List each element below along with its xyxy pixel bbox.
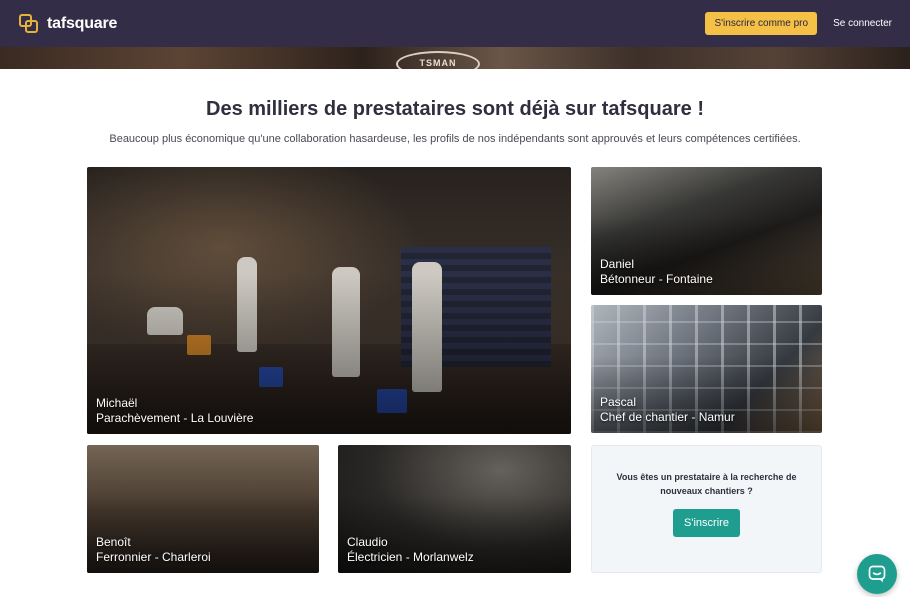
- provider-caption: Pascal Chef de chantier - Namur: [600, 395, 735, 425]
- brand-name: tafsquare: [47, 14, 118, 32]
- provider-name: Benoît: [96, 535, 131, 549]
- signup-button[interactable]: S'inscrire: [673, 509, 740, 537]
- provider-card-benoit[interactable]: Benoît Ferronnier - Charleroi: [87, 445, 319, 573]
- chat-bubble-icon: [868, 565, 886, 583]
- provider-card-daniel[interactable]: Daniel Bétonneur - Fontaine: [591, 167, 822, 295]
- tafsquare-logo-icon: [18, 13, 40, 35]
- top-navbar: tafsquare S'inscrire comme pro Se connec…: [0, 0, 910, 47]
- provider-role: Bétonneur - Fontaine: [600, 272, 713, 286]
- provider-card-michael[interactable]: Michaël Parachèvement - La Louvière: [87, 167, 571, 434]
- hero-stamp: TSMAN: [396, 51, 480, 69]
- provider-role: Parachèvement - La Louvière: [96, 411, 254, 425]
- provider-caption: Daniel Bétonneur - Fontaine: [600, 257, 713, 287]
- page-subtitle: Beaucoup plus économique qu'une collabor…: [109, 133, 801, 145]
- provider-role: Électricien - Morlanwelz: [347, 550, 474, 564]
- provider-caption: Michaël Parachèvement - La Louvière: [96, 396, 253, 426]
- provider-name: Pascal: [600, 395, 637, 409]
- provider-signup-box: Vous êtes un prestataire à la recherche …: [591, 445, 822, 573]
- provider-card-claudio[interactable]: Claudio Électricien - Morlanwelz: [338, 445, 571, 573]
- page-title: Des milliers de prestataires sont déjà s…: [206, 98, 704, 120]
- brand-link[interactable]: tafsquare: [18, 13, 117, 35]
- provider-caption: Benoît Ferronnier - Charleroi: [96, 535, 211, 565]
- register-pro-button[interactable]: S'inscrire comme pro: [705, 12, 818, 35]
- provider-role: Chef de chantier - Namur: [600, 410, 735, 424]
- nav-actions: S'inscrire comme pro Se connecter: [705, 12, 892, 35]
- provider-caption: Claudio Électricien - Morlanwelz: [347, 535, 474, 565]
- provider-name: Daniel: [600, 257, 635, 271]
- provider-name: Claudio: [347, 535, 388, 549]
- chat-widget-button[interactable]: [857, 554, 897, 594]
- provider-signup-text: Vous êtes un prestataire à la recherche …: [616, 472, 797, 496]
- login-link[interactable]: Se connecter: [833, 18, 892, 29]
- provider-card-pascal[interactable]: Pascal Chef de chantier - Namur: [591, 305, 822, 433]
- provider-role: Ferronnier - Charleroi: [96, 550, 211, 564]
- hero-image: TSMAN: [0, 47, 910, 69]
- provider-name: Michaël: [96, 396, 138, 410]
